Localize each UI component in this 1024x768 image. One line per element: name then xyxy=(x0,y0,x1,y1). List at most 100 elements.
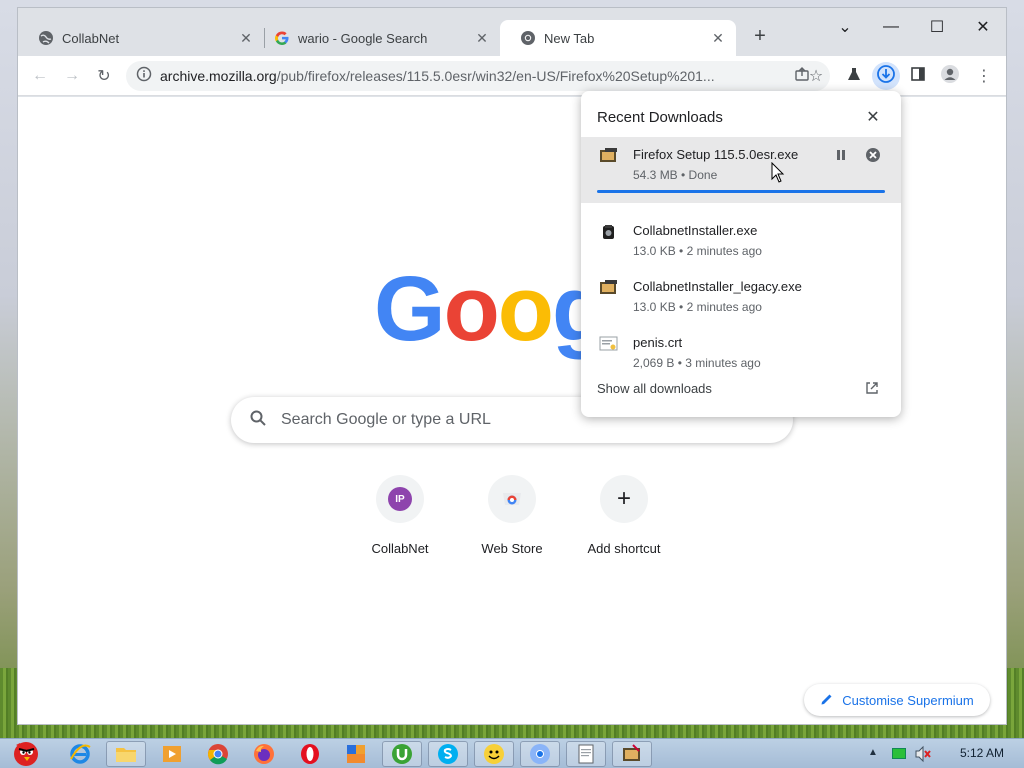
shortcut-collabnet[interactable]: IP CollabNet xyxy=(344,475,456,556)
internet-explorer-icon[interactable] xyxy=(60,741,100,767)
setup-icon[interactable] xyxy=(612,741,652,767)
maximize-button[interactable]: ☐ xyxy=(914,12,960,42)
close-icon[interactable]: ✕ xyxy=(238,30,254,46)
side-panel-icon xyxy=(910,66,926,87)
plus-icon: + xyxy=(754,24,766,47)
download-status: 13.0 KB • 2 minutes ago xyxy=(633,244,762,258)
reload-icon: ↻ xyxy=(97,68,111,85)
utorrent-icon[interactable] xyxy=(382,741,422,767)
maximize-icon: ☐ xyxy=(929,19,945,36)
download-status: 54.3 MB • Done xyxy=(633,168,718,182)
close-icon[interactable]: ✕ xyxy=(710,30,726,46)
media-player-icon[interactable] xyxy=(152,741,192,767)
show-hidden-icons-chevron-icon[interactable]: ▲ xyxy=(868,747,878,758)
downloads-title: Recent Downloads xyxy=(597,109,723,126)
bookmark-button[interactable]: ☆ xyxy=(802,62,830,90)
star-icon: ☆ xyxy=(808,68,824,85)
close-downloads-button[interactable]: ✕ xyxy=(863,107,883,127)
pause-button[interactable] xyxy=(831,147,851,167)
cancel-download-button[interactable] xyxy=(863,147,883,167)
download-item[interactable]: penis.crt 2,069 B • 3 minutes ago xyxy=(581,325,901,381)
downloads-button[interactable] xyxy=(872,62,900,90)
side-panel-button[interactable] xyxy=(904,62,932,90)
close-icon: ✕ xyxy=(976,19,990,36)
add-shortcut[interactable]: + Add shortcut xyxy=(568,475,680,556)
url-text: archive.mozilla.org/pub/firefox/releases… xyxy=(160,68,780,84)
show-all-downloads-link[interactable]: Show all downloads xyxy=(597,381,712,396)
plus-icon: + xyxy=(616,485,631,512)
tab-collabnet[interactable]: CollabNet ✕ xyxy=(18,20,264,56)
chevron-down-icon: ⌄ xyxy=(838,19,852,36)
pause-icon xyxy=(835,148,847,166)
file-explorer-icon[interactable] xyxy=(106,741,146,767)
chrome-icon xyxy=(520,30,536,46)
new-tab-button[interactable]: + xyxy=(748,24,772,48)
google-icon xyxy=(274,30,290,46)
supermium-icon[interactable] xyxy=(520,741,560,767)
shortcut-label: CollabNet xyxy=(371,541,429,556)
app-taskbar-icon[interactable] xyxy=(336,741,376,767)
shortcut-tile: + xyxy=(600,475,648,523)
shortcut-label: Add shortcut xyxy=(587,541,661,556)
angry-bird-icon xyxy=(6,737,46,768)
start-button[interactable] xyxy=(2,741,50,767)
labs-button[interactable] xyxy=(840,62,868,90)
shortcut-tile xyxy=(488,475,536,523)
app-icon xyxy=(599,223,619,241)
close-icon[interactable]: ✕ xyxy=(474,30,490,46)
address-bar[interactable]: archive.mozilla.org/pub/firefox/releases… xyxy=(126,61,830,91)
chrome-taskbar-icon[interactable] xyxy=(198,741,238,767)
tab-wario-google-search[interactable]: wario - Google Search ✕ xyxy=(254,20,500,56)
menu-button[interactable]: ⋮ xyxy=(970,62,998,90)
minimize-icon: — xyxy=(883,18,899,35)
tab-title: wario - Google Search xyxy=(298,30,428,46)
download-icon xyxy=(876,64,896,89)
navigation-toolbar: ← → ↻ archive.mozilla.org/pub/firefox/re… xyxy=(18,56,1006,96)
url-host: archive.mozilla.org xyxy=(160,68,277,84)
profile-button[interactable] xyxy=(936,62,964,90)
search-icon xyxy=(249,409,267,432)
volume-muted-icon[interactable] xyxy=(914,745,932,768)
forward-button[interactable]: → xyxy=(58,62,86,90)
globe-icon xyxy=(38,30,54,46)
customise-label: Customise Supermium xyxy=(842,692,974,708)
close-window-button[interactable]: ✕ xyxy=(960,12,1006,42)
mouse-cursor xyxy=(771,161,785,189)
minimize-button[interactable]: — xyxy=(868,12,914,42)
battery-icon[interactable] xyxy=(892,748,906,759)
reload-button[interactable]: ↻ xyxy=(90,62,118,90)
open-external-icon[interactable] xyxy=(865,381,881,397)
tab-strip: CollabNet ✕ wario - Google Search ✕ New … xyxy=(18,8,1006,56)
download-filename: penis.crt xyxy=(633,335,683,350)
avatar-icon xyxy=(940,64,960,89)
google-logo: Goog xyxy=(374,257,608,362)
web-store-icon xyxy=(500,485,524,514)
notepad-icon[interactable] xyxy=(566,741,606,767)
opera-icon[interactable] xyxy=(290,741,330,767)
shortcut-label: Web Store xyxy=(481,541,543,556)
tab-search-button[interactable]: ⌄ xyxy=(822,12,868,42)
download-filename: CollabnetInstaller.exe xyxy=(633,223,758,238)
download-item[interactable]: Firefox Setup 115.5.0esr.exe 54.3 MB • D… xyxy=(581,137,901,203)
taskbar: ▲ 5:12 AM xyxy=(0,738,1024,768)
download-item[interactable]: CollabnetInstaller.exe 13.0 KB • 2 minut… xyxy=(581,213,901,269)
downloads-bubble: Recent Downloads ✕ Firefox Setup 115.5.0… xyxy=(581,91,901,417)
installer-icon xyxy=(599,279,619,297)
tab-new-tab[interactable]: New Tab ✕ xyxy=(500,20,736,56)
close-icon: ✕ xyxy=(866,109,880,126)
download-status: 2,069 B • 3 minutes ago xyxy=(633,356,761,370)
skype-icon[interactable] xyxy=(428,741,468,767)
pencil-icon xyxy=(820,692,834,709)
clock[interactable]: 5:12 AM xyxy=(960,746,1004,760)
firefox-icon[interactable] xyxy=(244,741,284,767)
messenger-icon[interactable] xyxy=(474,741,514,767)
shortcut-web-store[interactable]: Web Store xyxy=(456,475,568,556)
collabnet-icon: IP xyxy=(388,487,412,511)
arrow-left-icon: ← xyxy=(32,67,48,84)
download-status: 13.0 KB • 2 minutes ago xyxy=(633,300,762,314)
download-item[interactable]: CollabnetInstaller_legacy.exe 13.0 KB • … xyxy=(581,269,901,325)
tab-title: CollabNet xyxy=(62,30,120,46)
customise-button[interactable]: Customise Supermium xyxy=(804,684,990,716)
back-button[interactable]: ← xyxy=(26,62,54,90)
logo-letter: o xyxy=(443,258,500,360)
